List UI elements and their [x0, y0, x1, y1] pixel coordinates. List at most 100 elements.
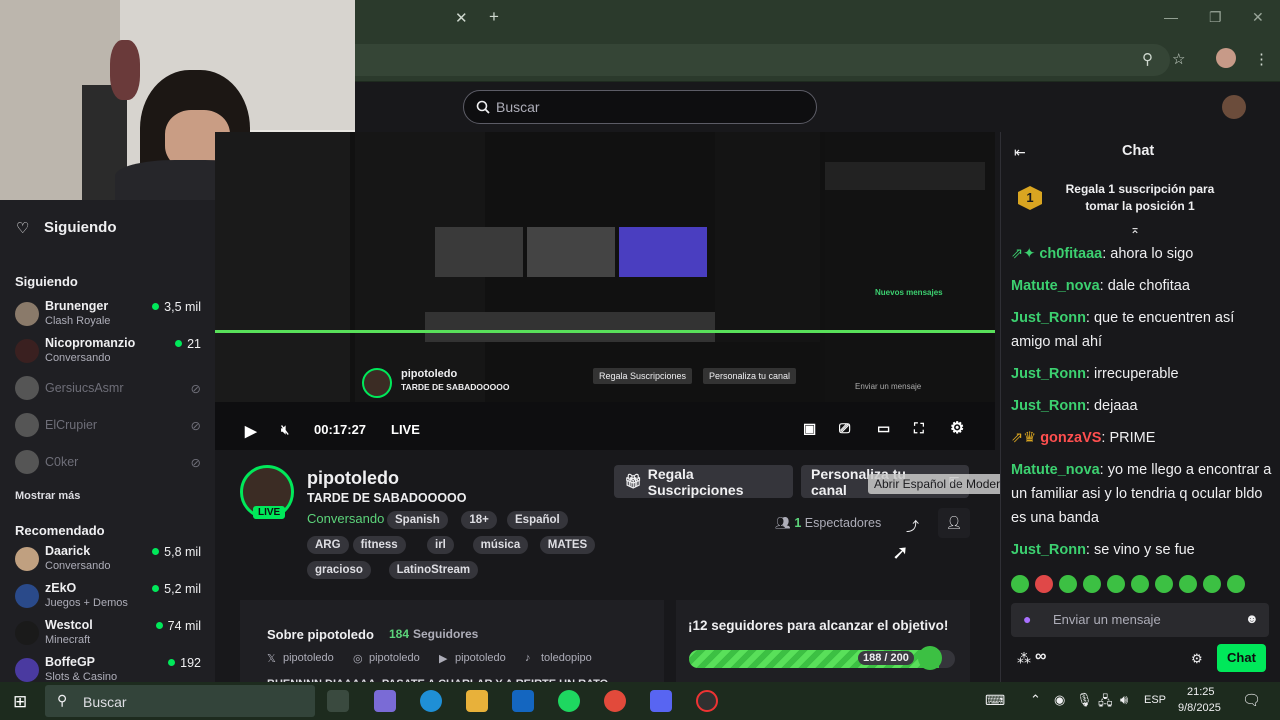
- bookmark-star-icon[interactable]: ☆: [1172, 50, 1185, 68]
- expand-leaderboard-icon[interactable]: ⌅: [1130, 222, 1140, 236]
- social-link[interactable]: pipotoledo: [369, 652, 420, 664]
- sidebar-channel-name: Nicopromanzio: [45, 336, 136, 350]
- emote-icon[interactable]: [1011, 575, 1029, 593]
- tray-date[interactable]: 9/8/2025: [1178, 702, 1221, 714]
- new-tab-icon[interactable]: +: [489, 7, 499, 27]
- chat-username[interactable]: Matute_nova: [1011, 278, 1100, 294]
- sidebar-item-following[interactable]: Brunenger Clash Royale 3,5 mil: [12, 296, 207, 334]
- gift-subs-button[interactable]: 🎁︎ Regala Suscripciones: [614, 465, 793, 498]
- copilot-icon[interactable]: [374, 690, 396, 712]
- share-icon[interactable]: ⤴: [906, 516, 919, 535]
- sidebar-item-recommended[interactable]: Daarick Conversando 5,8 mil: [12, 541, 207, 579]
- mini-player-icon[interactable]: ▭: [877, 420, 890, 437]
- close-window-icon[interactable]: ✕: [1252, 9, 1264, 26]
- channel-name[interactable]: pipotoledo: [307, 468, 399, 489]
- close-tab-icon[interactable]: ✕: [455, 9, 468, 27]
- collapse-chat-icon[interactable]: ⇤: [1014, 144, 1026, 161]
- chat-username[interactable]: ch0fitaaa: [1039, 246, 1102, 262]
- tray-volume-icon[interactable]: 🔊︎: [1120, 692, 1128, 708]
- search-input[interactable]: Buscar: [463, 90, 817, 124]
- emote-icon[interactable]: [1179, 575, 1197, 593]
- emote-icon[interactable]: [1131, 575, 1149, 593]
- theatre-icon[interactable]: ▣: [803, 420, 816, 437]
- stream-tag[interactable]: ARG: [307, 536, 349, 554]
- tray-network-icon[interactable]: 🖧︎: [1098, 692, 1113, 714]
- social-link[interactable]: toledopipo: [541, 652, 592, 664]
- stream-tag[interactable]: música: [472, 536, 529, 554]
- discord-icon[interactable]: [650, 690, 672, 712]
- chrome-icon[interactable]: [604, 690, 626, 712]
- emote-icon[interactable]: [1035, 575, 1053, 593]
- sidebar-item-following[interactable]: GersiucsAsmr ⊘: [12, 370, 207, 408]
- emote-icon[interactable]: [1227, 575, 1245, 593]
- chat-input[interactable]: ● Enviar un mensaje ☻: [1011, 603, 1269, 637]
- stream-tag[interactable]: Spanish: [387, 511, 448, 529]
- sidebar-item-following[interactable]: ElCrupier ⊘: [12, 407, 207, 445]
- tray-camera-icon[interactable]: ◉: [1054, 692, 1065, 708]
- tray-mic-icon[interactable]: 🎙︎: [1076, 692, 1093, 708]
- obs-icon[interactable]: [696, 690, 718, 712]
- tray-language[interactable]: ESP: [1144, 694, 1166, 706]
- outlook-icon[interactable]: [512, 690, 534, 712]
- leaderboard-prompt[interactable]: Regala 1 suscripción para tomar la posic…: [1056, 181, 1224, 215]
- stream-tag[interactable]: gracioso: [307, 561, 371, 579]
- stream-tag[interactable]: 18+: [461, 511, 497, 529]
- stream-category[interactable]: Conversando: [307, 511, 384, 526]
- sidebar-following-header[interactable]: Siguiendo: [44, 219, 117, 236]
- stream-tag[interactable]: LatinoStream: [388, 561, 479, 579]
- mute-icon[interactable]: 🔇︎: [281, 422, 289, 438]
- emote-icon[interactable]: [1155, 575, 1173, 593]
- clip-icon[interactable]: ⎚: [839, 420, 850, 437]
- stream-tag[interactable]: MATES: [539, 536, 596, 554]
- play-icon[interactable]: ▶: [245, 422, 257, 440]
- chat-username[interactable]: Matute_nova: [1011, 462, 1100, 478]
- show-more-link[interactable]: Mostrar más: [15, 490, 80, 502]
- settings-gear-icon[interactable]: ⚙: [950, 418, 964, 438]
- goal-title: ¡12 seguidores para alcanzar el objetivo…: [688, 618, 949, 633]
- chat-settings-icon[interactable]: ⚙: [1191, 651, 1203, 667]
- notifications-icon[interactable]: 🗨︎: [1242, 691, 1261, 709]
- minimize-icon[interactable]: —: [1164, 9, 1178, 25]
- zoom-icon[interactable]: ⚲: [1142, 50, 1153, 68]
- taskbar-search[interactable]: ⚲ Buscar: [45, 685, 315, 717]
- chat-username[interactable]: gonzaVS: [1040, 430, 1101, 446]
- emote-picker-icon[interactable]: ☻: [1245, 611, 1259, 626]
- sidebar-item-following[interactable]: Nicopromanzio Conversando 21: [12, 333, 207, 371]
- chat-username[interactable]: Just_Ronn: [1011, 542, 1086, 558]
- maximize-icon[interactable]: ❐: [1209, 9, 1222, 26]
- chat-send-button[interactable]: Chat: [1217, 644, 1266, 672]
- keyboard-icon[interactable]: ⌨: [985, 692, 1005, 709]
- emote-icon[interactable]: [1083, 575, 1101, 593]
- sidebar-item-following[interactable]: C0ker ⊘: [12, 444, 207, 482]
- stream-tag[interactable]: irl: [427, 536, 454, 554]
- edge-icon[interactable]: [420, 690, 442, 712]
- stream-tag[interactable]: fitness: [352, 536, 406, 554]
- windows-start-icon[interactable]: ⊞: [13, 692, 27, 712]
- emote-icon[interactable]: [1203, 575, 1221, 593]
- emote-icon[interactable]: [1107, 575, 1125, 593]
- spotify-icon[interactable]: [558, 690, 580, 712]
- profile-avatar[interactable]: [1216, 48, 1236, 68]
- stream-tag[interactable]: Español: [507, 511, 568, 529]
- chat-username[interactable]: Just_Ronn: [1011, 398, 1086, 414]
- moderation-icon[interactable]: 👤︎: [938, 508, 970, 538]
- fullscreen-icon[interactable]: ⛶: [914, 420, 924, 437]
- tray-chevron-icon[interactable]: ⌃: [1030, 692, 1041, 708]
- emote-icon[interactable]: [1059, 575, 1077, 593]
- user-avatar[interactable]: [1222, 95, 1246, 119]
- tray-time[interactable]: 21:25: [1187, 686, 1215, 698]
- sidebar-item-recommended[interactable]: BoffeGP Slots & Casino 192: [12, 652, 207, 682]
- kebab-menu-icon[interactable]: ⋮: [1254, 50, 1269, 68]
- task-view-icon[interactable]: [327, 690, 349, 712]
- sidebar-item-recommended[interactable]: Westcol Minecraft 74 mil: [12, 615, 207, 653]
- chat-username[interactable]: Just_Ronn: [1011, 310, 1086, 326]
- sidebar-item-recommended[interactable]: zEkO Juegos + Demos 5,2 mil: [12, 578, 207, 616]
- channel-points-icon[interactable]: ⁂: [1017, 650, 1031, 667]
- microphone-icon[interactable]: ●: [1023, 611, 1031, 627]
- video-player[interactable]: pipotoledo TARDE DE SABADOOOOO Regala Su…: [215, 132, 995, 450]
- file-explorer-icon[interactable]: [466, 690, 488, 712]
- address-bar[interactable]: [250, 44, 1170, 76]
- social-link[interactable]: pipotoledo: [455, 652, 506, 664]
- chat-username[interactable]: Just_Ronn: [1011, 366, 1086, 382]
- social-link[interactable]: pipotoledo: [283, 652, 334, 664]
